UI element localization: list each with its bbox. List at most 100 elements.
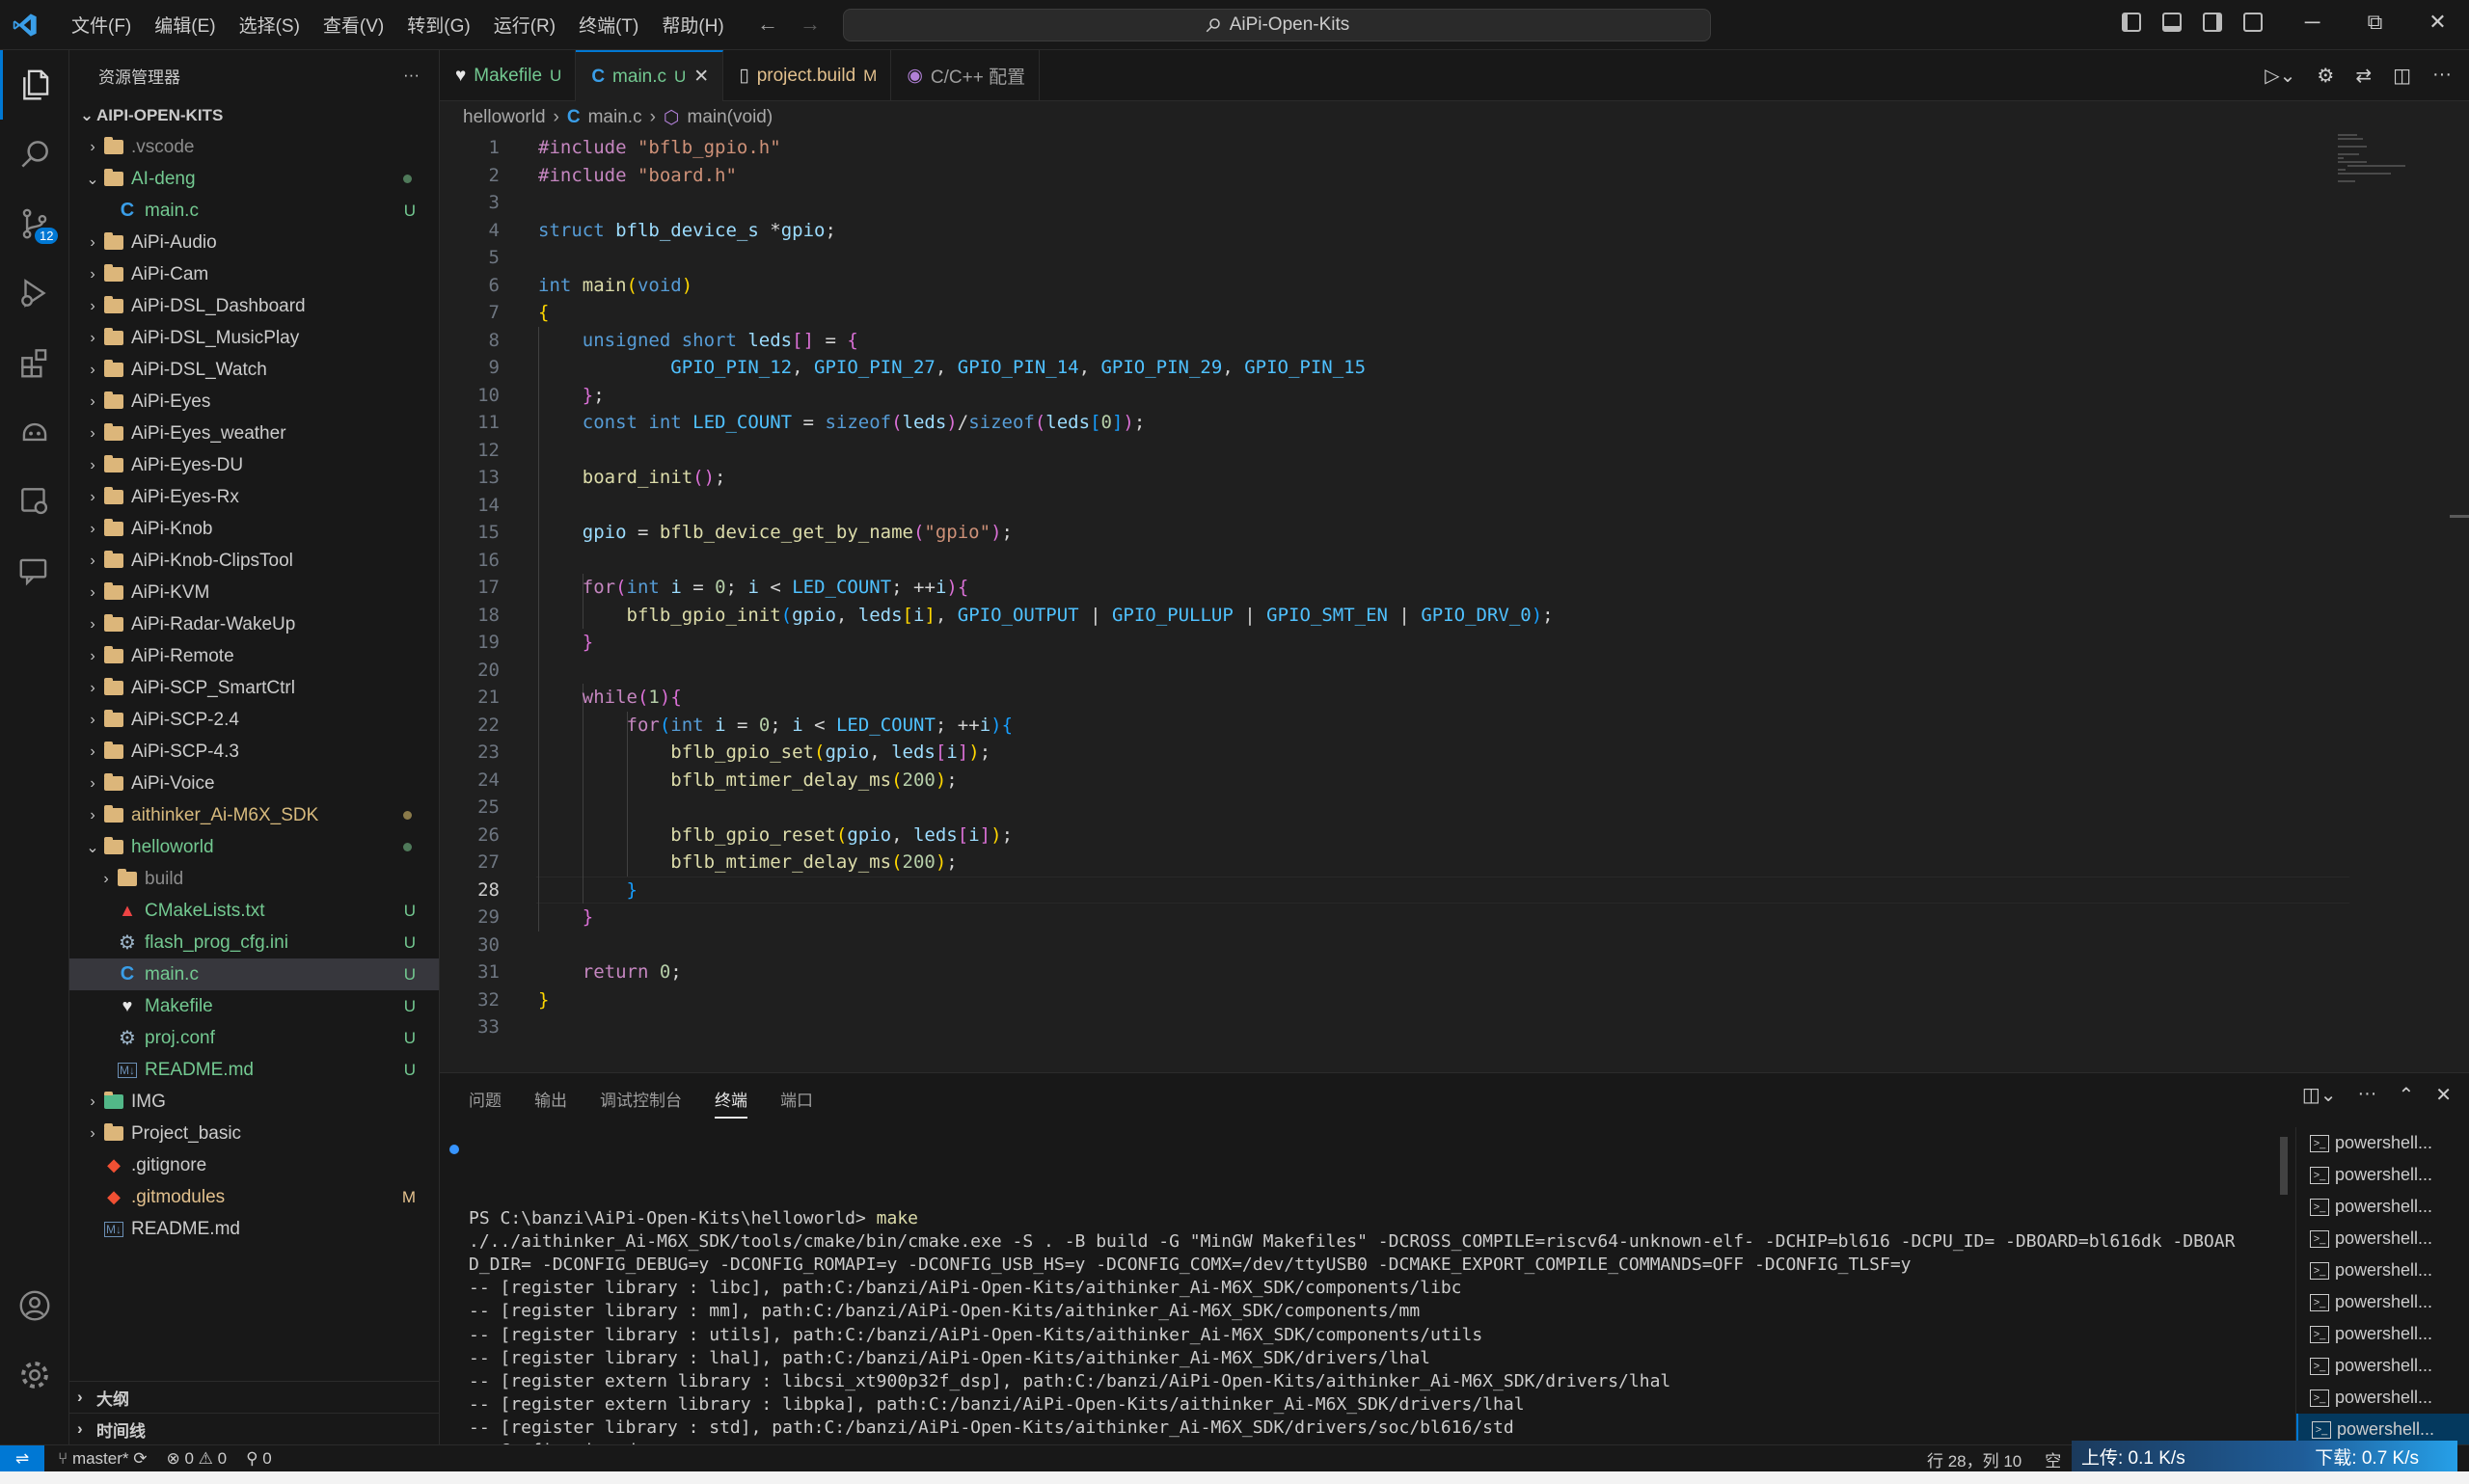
tree-item[interactable]: › AiPi-KVM [69, 577, 439, 608]
toggle-primary-sidebar-icon[interactable] [2122, 13, 2141, 32]
terminal-instance[interactable]: >_ powershell... [2296, 1382, 2469, 1414]
copilot-icon[interactable] [0, 397, 69, 467]
timeline-section[interactable]: › 时间线 [69, 1413, 440, 1444]
restore-button[interactable]: ⧉ [2344, 10, 2406, 35]
terminal-instance[interactable]: >_ powershell... [2296, 1286, 2469, 1318]
explorer-more-actions-icon[interactable]: ··· [403, 66, 420, 85]
minimize-button[interactable]: ─ [2281, 10, 2344, 35]
more-actions-icon[interactable]: ··· [2357, 1083, 2376, 1107]
terminal-instance[interactable]: >_ powershell... [2296, 1127, 2469, 1159]
split-terminal-icon[interactable]: ◫⌄ [2302, 1083, 2337, 1107]
tree-item[interactable]: › AiPi-Voice [69, 768, 439, 799]
tree-item[interactable]: › AiPi-Radar-WakeUp [69, 608, 439, 640]
panel-tab-ports[interactable]: 端口 [780, 1081, 813, 1119]
maximize-panel-icon[interactable]: ⌃ [2398, 1083, 2414, 1107]
tree-item[interactable]: › Project_basic [69, 1118, 439, 1149]
terminal-output[interactable]: PS C:\banzi\AiPi-Open-Kits\helloworld> m… [440, 1137, 2272, 1484]
menu-go[interactable]: 转到(G) [395, 12, 481, 38]
tree-item[interactable]: › aithinker_Ai-M6X_SDK [69, 799, 439, 831]
tree-item[interactable]: › build [69, 863, 439, 895]
tree-item[interactable]: ▲ CMakeLists.txt U [69, 895, 439, 927]
tree-item[interactable]: › AiPi-Knob-ClipsTool [69, 545, 439, 577]
menu-terminal[interactable]: 终端(T) [567, 12, 650, 38]
editor-tab[interactable]: ◉ C/C++ 配置 [891, 50, 1041, 101]
customize-layout-icon[interactable] [2243, 13, 2263, 32]
editor-tab[interactable]: ▯ project.build M [723, 50, 892, 101]
tree-item[interactable]: › .vscode [69, 131, 439, 163]
settings-gear-icon[interactable]: ⚙ [2317, 64, 2334, 88]
breadcrumb-file[interactable]: main.c [588, 107, 642, 128]
menu-help[interactable]: 帮助(H) [650, 12, 735, 38]
ports-status[interactable]: ⚲ 0 [246, 1449, 272, 1469]
forward-arrow-icon[interactable]: → [800, 12, 821, 37]
run-code-icon[interactable]: ▷⌄ [2265, 64, 2295, 88]
tree-item[interactable]: › AiPi-DSL_Dashboard [69, 290, 439, 322]
menu-selection[interactable]: 选择(S) [228, 12, 312, 38]
tree-item[interactable]: › AiPi-Eyes_weather [69, 418, 439, 449]
terminal-instance[interactable]: >_ powershell... [2296, 1223, 2469, 1255]
chat-icon[interactable] [0, 536, 69, 606]
tree-item[interactable]: ◆ .gitignore [69, 1149, 439, 1181]
tree-item[interactable]: › AiPi-Eyes [69, 386, 439, 418]
extensions-icon[interactable] [0, 328, 69, 397]
source-control-icon[interactable]: 12 [0, 189, 69, 258]
editor-tab[interactable]: ♥ Makefile U [440, 50, 577, 101]
tree-item[interactable]: ♥ Makefile U [69, 990, 439, 1022]
menu-view[interactable]: 查看(V) [312, 12, 395, 38]
panel-tab-problems[interactable]: 问题 [469, 1081, 502, 1119]
menu-edit[interactable]: 编辑(E) [143, 12, 227, 38]
tree-item[interactable]: ⚙ flash_prog_cfg.ini U [69, 927, 439, 958]
tree-item[interactable]: › AiPi-Audio [69, 227, 439, 258]
settings-gear-icon[interactable] [0, 1340, 69, 1410]
back-arrow-icon[interactable]: ← [757, 12, 778, 37]
cursor-position[interactable]: 行 28，列 10 [1927, 1447, 2021, 1471]
code-editor[interactable]: 1 #include "bflb_gpio.h" 2 #include "board.… [440, 134, 2369, 1040]
tree-item[interactable]: › AiPi-DSL_MusicPlay [69, 322, 439, 354]
terminal-instance[interactable]: >_ powershell... [2296, 1255, 2469, 1286]
panel-tab-terminal[interactable]: 终端 [715, 1081, 747, 1119]
tree-item[interactable]: › AiPi-DSL_Watch [69, 354, 439, 386]
tree-item[interactable]: › AiPi-Eyes-DU [69, 449, 439, 481]
tree-item[interactable]: › IMG [69, 1086, 439, 1118]
split-editor-icon[interactable]: ◫ [2393, 64, 2411, 88]
tree-item[interactable]: ◆ .gitmodules M [69, 1181, 439, 1213]
breadcrumb-folder[interactable]: helloworld [463, 107, 546, 128]
terminal-instance[interactable]: >_ powershell... [2296, 1318, 2469, 1350]
terminal-instance[interactable]: >_ powershell... [2296, 1350, 2469, 1382]
remote-explorer-icon[interactable] [0, 467, 69, 536]
tree-item[interactable]: › AiPi-SCP_SmartCtrl [69, 672, 439, 704]
compare-changes-icon[interactable]: ⇄ [2355, 64, 2372, 88]
tree-item[interactable]: › AiPi-Knob [69, 513, 439, 545]
terminal-scrollbar[interactable] [2280, 1137, 2288, 1195]
terminal-instance[interactable]: >_ powershell... [2296, 1159, 2469, 1191]
indentation-status[interactable]: 空 [2045, 1447, 2061, 1471]
editor-tab[interactable]: Cmain.c U ✕ [576, 50, 724, 101]
tree-item[interactable]: Cmain.c U [69, 195, 439, 227]
search-icon[interactable] [0, 120, 69, 189]
toggle-secondary-sidebar-icon[interactable] [2203, 13, 2222, 32]
tree-item[interactable]: › AiPi-Remote [69, 640, 439, 672]
command-center-search[interactable]: AiPi-Open-Kits [843, 9, 1711, 41]
close-panel-icon[interactable]: ✕ [2435, 1083, 2452, 1107]
remote-indicator-icon[interactable]: ⇌ [0, 1444, 44, 1472]
account-icon[interactable] [0, 1271, 69, 1340]
explorer-icon[interactable] [0, 50, 69, 120]
tree-item[interactable]: › AiPi-Eyes-Rx [69, 481, 439, 513]
tree-item[interactable]: › AiPi-Cam [69, 258, 439, 290]
close-button[interactable]: ✕ [2406, 10, 2469, 35]
git-branch[interactable]: ⑂ master* ⟳ [58, 1449, 148, 1469]
run-debug-icon[interactable] [0, 258, 69, 328]
close-tab-icon[interactable]: ✕ [693, 66, 709, 88]
problems-status[interactable]: ⊗ 0 ⚠ 0 [167, 1449, 228, 1469]
tree-item[interactable]: › AiPi-SCP-4.3 [69, 736, 439, 768]
menu-run[interactable]: 运行(R) [482, 12, 567, 38]
tree-item[interactable]: ⌄ helloworld [69, 831, 439, 863]
tree-item[interactable]: ⚙ proj.conf U [69, 1022, 439, 1054]
breadcrumb-symbol[interactable]: main(void) [688, 107, 773, 128]
panel-tab-output[interactable]: 输出 [534, 1081, 567, 1119]
terminal-instance[interactable]: >_ powershell... [2296, 1191, 2469, 1223]
menu-file[interactable]: 文件(F) [60, 12, 143, 38]
minimap[interactable] [2338, 134, 2425, 221]
toggle-panel-icon[interactable] [2162, 13, 2182, 32]
tree-item[interactable]: Cmain.c U [69, 958, 439, 990]
